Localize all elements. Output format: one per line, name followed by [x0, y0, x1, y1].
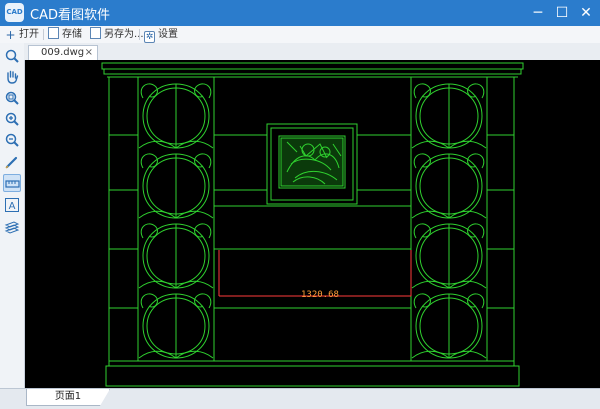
document-icon	[90, 27, 101, 39]
close-button[interactable]: ✕	[574, 0, 598, 26]
zoom-out-icon	[5, 133, 19, 147]
cad-drawing	[101, 62, 524, 387]
plus-icon: +	[5, 28, 16, 42]
left-toolbar: A	[0, 43, 25, 388]
minimize-button[interactable]: ─	[526, 0, 550, 26]
text-tool-glyph: A	[9, 201, 16, 212]
settings-label: 设置	[158, 29, 178, 40]
text-icon: A	[5, 198, 19, 212]
pen-icon	[5, 156, 18, 169]
document-tab-bar: 009.dwg ×	[24, 43, 600, 60]
close-tab-icon[interactable]: ×	[85, 46, 93, 59]
page-tab-bar: 页面1	[0, 388, 600, 409]
text-tool[interactable]: A	[3, 196, 21, 214]
toolbar-divider	[43, 29, 44, 40]
open-button[interactable]: + 打开	[5, 27, 39, 42]
zoom-extents-tool[interactable]	[3, 89, 21, 107]
save-as-button[interactable]: 另存为...	[90, 27, 144, 42]
pen-tool[interactable]	[3, 153, 21, 171]
settings-button[interactable]: ✲ 设置	[144, 27, 178, 43]
app-title: CAD看图软件	[30, 8, 110, 23]
zoom-window-icon	[5, 49, 19, 63]
tab-label: 009.dwg	[41, 47, 85, 58]
maximize-button[interactable]: ☐	[550, 0, 574, 26]
dimension-label: 1320.68	[301, 290, 339, 300]
layers-tool[interactable]	[3, 218, 21, 236]
gear-icon: ✲	[144, 31, 155, 43]
measure-tool[interactable]	[3, 174, 21, 192]
app-logo: CAD	[5, 3, 24, 22]
zoom-extents-icon	[5, 91, 19, 105]
pan-hand-icon	[7, 70, 19, 84]
tab-009-dwg[interactable]: 009.dwg ×	[28, 45, 98, 60]
zoom-window-tool[interactable]	[3, 47, 21, 65]
zoom-out-tool[interactable]	[3, 131, 21, 149]
document-icon	[48, 27, 59, 39]
open-label: 打开	[19, 29, 39, 40]
drawing-canvas[interactable]: 1320.68	[25, 60, 600, 388]
save-label: 存储	[62, 29, 82, 40]
zoom-in-tool[interactable]	[3, 110, 21, 128]
title-bar: CAD CAD看图软件 ─ ☐ ✕	[0, 0, 600, 26]
save-button[interactable]: 存储	[48, 27, 82, 42]
measure-icon	[5, 180, 20, 188]
page-tab-1[interactable]: 页面1	[26, 389, 110, 406]
save-as-label: 另存为...	[104, 29, 144, 40]
zoom-in-icon	[5, 112, 19, 126]
main-toolbar: + 打开 存储 另存为... ✲ 设置	[0, 26, 600, 44]
toolbar-divider	[139, 29, 140, 40]
layers-icon	[4, 221, 20, 234]
pan-tool[interactable]	[3, 68, 21, 86]
